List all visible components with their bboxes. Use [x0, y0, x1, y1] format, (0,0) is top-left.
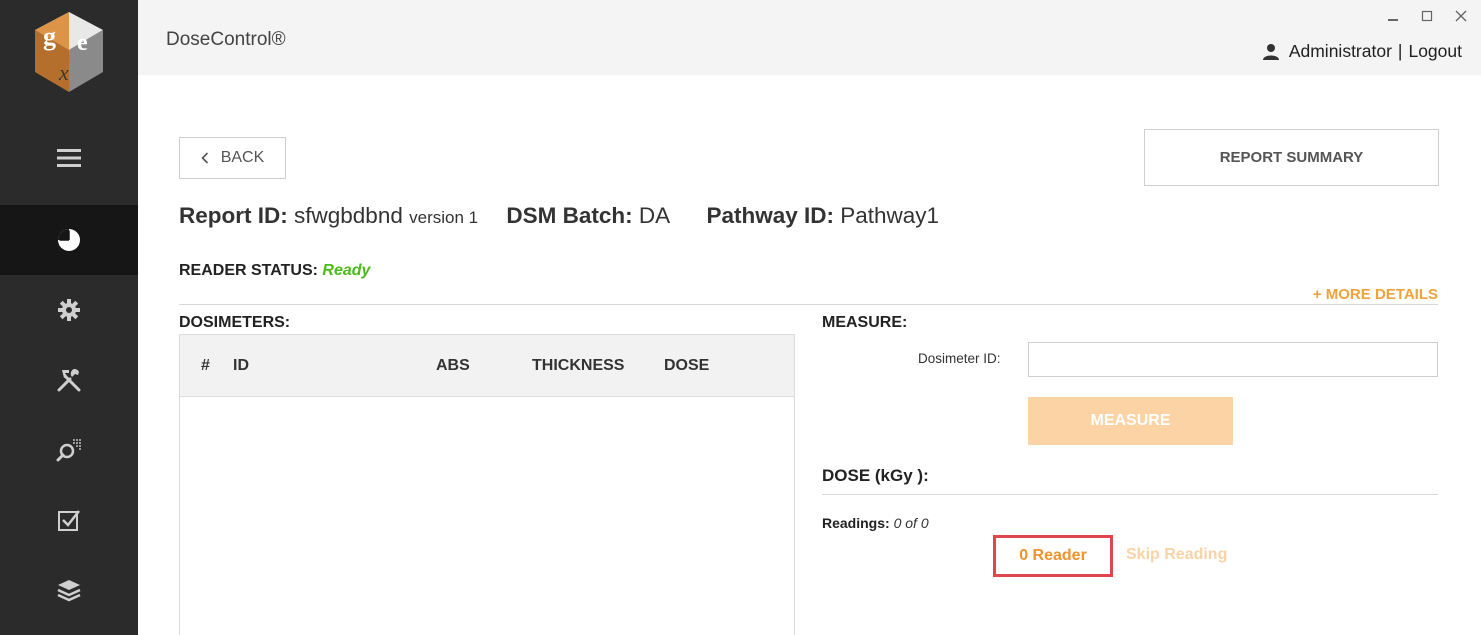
tools-icon — [57, 368, 81, 392]
sidebar-item-menu[interactable] — [0, 123, 138, 193]
column-header-thickness[interactable]: THICKNESS — [532, 357, 624, 375]
maximize-button[interactable] — [1419, 8, 1435, 24]
pathway-id-label: Pathway ID: — [706, 203, 834, 228]
checkbox-icon — [58, 510, 80, 531]
dosimeter-id-label: Dosimeter ID: — [918, 351, 1001, 366]
report-id-label: Report ID: — [179, 203, 288, 228]
user-area: Administrator | Logout — [1262, 41, 1462, 62]
sidebar-item-tools[interactable] — [0, 345, 138, 415]
dsm-batch-value: DA — [638, 203, 671, 228]
close-icon — [1455, 10, 1467, 22]
svg-text:x: x — [58, 60, 69, 85]
readings: Readings: 0 of 0 — [822, 515, 929, 531]
sidebar-item-layers[interactable] — [0, 555, 138, 625]
report-id-value: sfwgbdbnd — [294, 203, 403, 228]
minimize-button[interactable] — [1385, 8, 1401, 24]
dose-title: DOSE (kGy ): — [822, 466, 929, 485]
report-summary-button[interactable]: REPORT SUMMARY — [1144, 129, 1439, 186]
search-icon — [56, 439, 81, 462]
back-label: BACK — [220, 149, 265, 166]
column-header-abs[interactable]: ABS — [436, 357, 470, 375]
skip-reading-link[interactable]: Skip Reading — [1126, 546, 1227, 564]
report-version: version 1 — [409, 208, 479, 227]
reader-status: READER STATUS: Ready — [179, 262, 370, 280]
back-button[interactable]: BACK — [179, 137, 286, 179]
sidebar-item-search[interactable] — [0, 415, 138, 485]
column-header-number[interactable]: # — [201, 357, 210, 375]
column-header-dose[interactable]: DOSE — [664, 357, 709, 375]
svg-text:g: g — [43, 22, 56, 51]
dosimeter-id-input[interactable] — [1028, 342, 1438, 377]
user-icon — [1262, 43, 1279, 60]
report-info-line: Report ID: sfwgbdbnd version 1 DSM Batch… — [179, 203, 939, 229]
reader-status-value: Ready — [322, 262, 371, 279]
close-button[interactable] — [1453, 8, 1469, 24]
gex-logo[interactable]: g e x — [31, 10, 107, 94]
readings-label: Readings: — [822, 515, 890, 531]
table-header: # ID ABS THICKNESS DOSE — [180, 335, 794, 397]
reader-status-label: READER STATUS: — [179, 262, 318, 279]
sidebar-item-settings[interactable] — [0, 275, 138, 345]
logout-link[interactable]: Logout — [1408, 41, 1462, 62]
maximize-icon — [1421, 10, 1433, 22]
readings-value: 0 of 0 — [893, 515, 929, 531]
dosimeters-table: # ID ABS THICKNESS DOSE — [179, 334, 795, 635]
sidebar-item-tasks[interactable] — [0, 485, 138, 555]
pie-chart-icon — [58, 229, 80, 251]
measure-button[interactable]: MEASURE — [1028, 397, 1233, 445]
sidebar: g e x — [0, 0, 138, 635]
window-controls — [1385, 8, 1469, 24]
topbar: DoseControl® Administrator | Logout — [138, 0, 1481, 75]
pathway-id-value: Pathway1 — [840, 203, 940, 228]
measure-title: MEASURE: — [822, 314, 908, 331]
chevron-left-icon — [201, 152, 208, 164]
user-separator: | — [1397, 41, 1403, 61]
layers-icon — [57, 580, 81, 602]
divider — [179, 304, 1438, 305]
username: Administrator — [1288, 41, 1392, 61]
sidebar-item-reports[interactable] — [0, 205, 138, 275]
gear-icon — [58, 299, 80, 321]
dsm-batch-label: DSM Batch: — [506, 203, 633, 228]
minimize-icon — [1388, 19, 1398, 21]
dosimeters-title: DOSIMETERS: — [179, 314, 291, 331]
menu-icon — [57, 149, 81, 167]
column-header-id[interactable]: ID — [233, 357, 249, 375]
more-details-link[interactable]: + MORE DETAILS — [1313, 286, 1438, 303]
app-window: g e x DoseControl® Administrator | Logou… — [0, 0, 1481, 635]
reader-button[interactable]: 0 Reader — [993, 535, 1113, 577]
dose-divider — [822, 494, 1438, 495]
app-title: DoseControl® — [166, 29, 286, 50]
svg-text:e: e — [77, 30, 88, 56]
